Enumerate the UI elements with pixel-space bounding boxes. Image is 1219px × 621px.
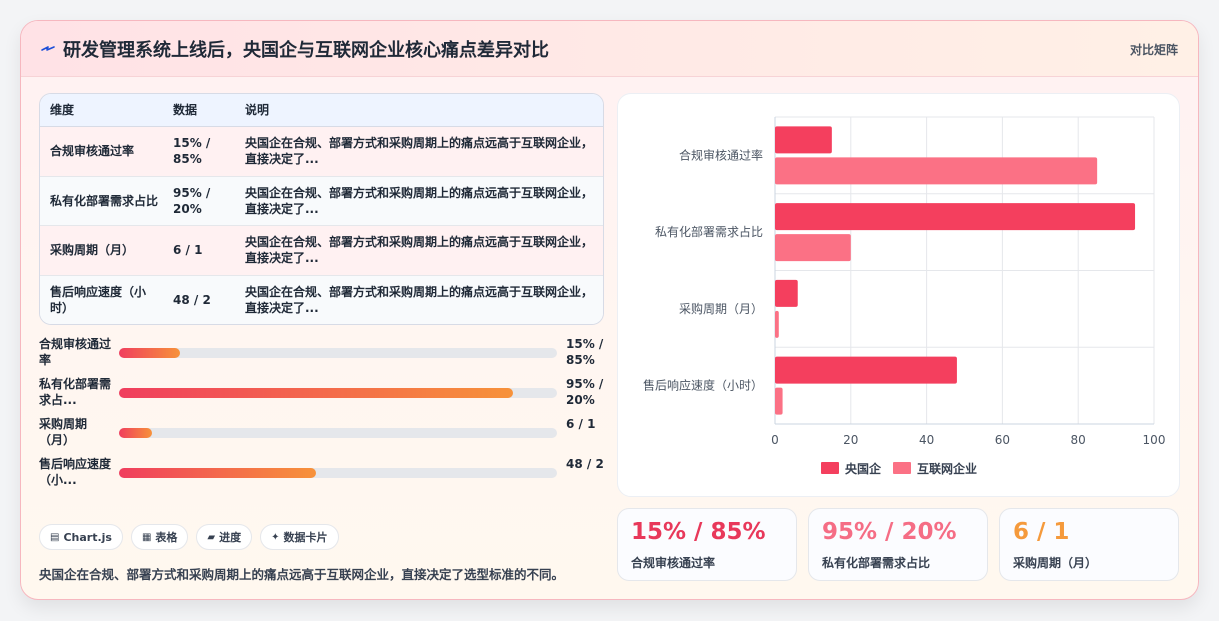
bar-chart-panel: 合规审核通过率私有化部署需求占比采购周期（月） 售后响应速度（小时） 0 20 40 60… bbox=[617, 93, 1180, 497]
table-header-cell: 说明 bbox=[245, 103, 270, 117]
progress-label: 私有化部署需求占... bbox=[39, 377, 112, 407]
chart-icon: ▤ bbox=[50, 531, 60, 543]
table-cell-data: 95% / 20% bbox=[173, 185, 211, 216]
category-label: 售后响应速度（小时） bbox=[643, 378, 763, 393]
progress-fill bbox=[119, 468, 317, 478]
table-row: 采购周期（月） 6 / 1 央国企在合规、部署方式和采购周期上的痛点远高于互联网… bbox=[40, 226, 603, 276]
bar bbox=[775, 126, 832, 154]
category-label: 私有化部署需求占比 bbox=[655, 224, 763, 239]
stat-label: 私有化部署需求占比 bbox=[822, 556, 931, 570]
stat-value: 95% / 20% bbox=[822, 519, 957, 545]
table-row: 私有化部署需求占比 95% / 20% 央国企在合规、部署方式和采购周期上的痛点… bbox=[40, 176, 603, 226]
legend-label: 央国企 bbox=[845, 461, 882, 476]
chip-label: 数据卡片 bbox=[283, 531, 328, 544]
chip-table[interactable]: ▦ 表格 bbox=[130, 524, 189, 550]
table-cell-description: 央国企在合规、部署方式和采购周期上的痛点远高于互联网企业，直接决定了... bbox=[245, 285, 594, 316]
progress-track bbox=[119, 388, 557, 398]
tick-label: 40 bbox=[919, 433, 934, 447]
legend-label: 互联网企业 bbox=[917, 461, 977, 476]
bar-chart: 合规审核通过率私有化部署需求占比采购周期（月） 售后响应速度（小时） 0 20 40 60… bbox=[643, 116, 1166, 476]
chip-progress[interactable]: ▰ 进度 bbox=[196, 524, 253, 550]
table-header-cell: 数据 bbox=[173, 103, 198, 117]
table-header-cell: 维度 bbox=[50, 103, 75, 117]
progress-label: 采购周期（月） bbox=[39, 417, 88, 447]
bar bbox=[775, 157, 1098, 185]
progress-item: 售后响应速度（小... 48 / 2 bbox=[39, 456, 604, 490]
progress-item: 私有化部署需求占... 95% / 20% bbox=[39, 376, 604, 410]
table-cell-dimension: 售后响应速度（小时） bbox=[50, 285, 147, 316]
progress-fill bbox=[119, 348, 181, 358]
stat-card: 15% / 85% 合规审核通过率 bbox=[617, 508, 797, 581]
progress-fill bbox=[119, 388, 514, 398]
chip-chartjs[interactable]: ▤ Chart.js bbox=[39, 524, 123, 550]
card-header: 研发管理系统上线后，央国企与互联网企业核心痛点差异对比 对比矩阵 bbox=[21, 21, 1198, 77]
table-cell-dimension: 私有化部署需求占比 bbox=[50, 193, 159, 208]
bar bbox=[775, 234, 851, 262]
progress-item: 合规审核通过率 15% / 85% bbox=[39, 336, 604, 370]
progress-value: 48 / 2 bbox=[566, 457, 604, 471]
tick-label: 0 bbox=[771, 433, 779, 447]
stat-label: 采购周期（月） bbox=[1013, 556, 1098, 570]
feature-chips: ▤ Chart.js ▦ 表格 ▰ 进度 ✦ 数据卡片 bbox=[39, 524, 339, 550]
bar bbox=[775, 387, 783, 415]
table-header: 维度 数据 说明 bbox=[40, 94, 603, 127]
bar bbox=[775, 356, 957, 384]
lightning-icon bbox=[41, 46, 55, 51]
chip-label: Chart.js bbox=[63, 530, 112, 544]
progress-item: 采购周期（月） 6 / 1 bbox=[39, 416, 604, 450]
footnote: 央国企在合规、部署方式和采购周期上的痛点远高于互联网企业，直接决定了选型标准的不… bbox=[39, 567, 565, 582]
progress-fill bbox=[119, 428, 152, 438]
stat-card: 6 / 1 采购周期（月） bbox=[999, 508, 1179, 581]
stat-value: 15% / 85% bbox=[631, 519, 766, 545]
tick-label: 60 bbox=[995, 433, 1010, 447]
table-cell-data: 15% / 85% bbox=[173, 136, 211, 167]
stat-value: 6 / 1 bbox=[1013, 519, 1070, 545]
progress-track bbox=[119, 468, 557, 478]
progress-track bbox=[119, 348, 557, 358]
page-title: 研发管理系统上线后，央国企与互联网企业核心痛点差异对比 bbox=[63, 40, 549, 61]
tick-label: 100 bbox=[1143, 433, 1166, 447]
progress-value: 15% / 85% bbox=[566, 337, 604, 367]
tick-label: 80 bbox=[1071, 433, 1086, 447]
table-row: 合规审核通过率 15% / 85% 央国企在合规、部署方式和采购周期上的痛点远高… bbox=[40, 127, 603, 177]
progress-label: 合规审核通过率 bbox=[39, 337, 112, 367]
sparkle-icon: ✦ bbox=[271, 531, 280, 543]
comparison-table: 维度 数据 说明 合规审核通过率 15% / 85% 央国企在合规、部署方式和采… bbox=[39, 93, 604, 325]
chip-label: 进度 bbox=[219, 531, 242, 544]
bar bbox=[775, 310, 779, 338]
table-icon: ▦ bbox=[141, 531, 152, 543]
progress-value: 6 / 1 bbox=[566, 417, 596, 431]
bar bbox=[775, 279, 798, 307]
progress-track bbox=[119, 428, 557, 438]
table-cell-data: 48 / 2 bbox=[173, 293, 211, 308]
table-cell-description: 央国企在合规、部署方式和采购周期上的痛点远高于互联网企业，直接决定了... bbox=[245, 185, 594, 216]
legend-swatch bbox=[893, 462, 911, 474]
chip-label: 表格 bbox=[155, 531, 178, 544]
table-cell-dimension: 采购周期（月） bbox=[50, 243, 135, 258]
category-label: 合规审核通过率 bbox=[679, 147, 763, 162]
table-cell-dimension: 合规审核通过率 bbox=[50, 144, 135, 159]
chip-data-cards[interactable]: ✦ 数据卡片 bbox=[260, 524, 339, 550]
bar bbox=[775, 203, 1136, 231]
stat-label: 合规审核通过率 bbox=[631, 556, 716, 570]
table-cell-description: 央国企在合规、部署方式和采购周期上的痛点远高于互联网企业，直接决定了... bbox=[245, 235, 594, 266]
progress-label: 售后响应速度（小... bbox=[39, 457, 112, 487]
table-cell-data: 6 / 1 bbox=[173, 243, 203, 258]
category-label: 采购周期（月） bbox=[679, 301, 763, 316]
legend-swatch bbox=[821, 462, 839, 474]
progress-value: 95% / 20% bbox=[566, 377, 604, 407]
stat-card: 95% / 20% 私有化部署需求占比 bbox=[808, 508, 988, 581]
table-row: 售后响应速度（小时） 48 / 2 央国企在合规、部署方式和采购周期上的痛点远高… bbox=[40, 275, 603, 324]
table-cell-description: 央国企在合规、部署方式和采购周期上的痛点远高于互联网企业，直接决定了... bbox=[245, 136, 594, 167]
tick-label: 20 bbox=[843, 433, 858, 447]
comparison-card: 研发管理系统上线后，央国企与互联网企业核心痛点差异对比 对比矩阵 维度 数据 说… bbox=[20, 20, 1199, 600]
header-tag: 对比矩阵 bbox=[1129, 43, 1178, 57]
folder-icon: ▰ bbox=[207, 531, 216, 543]
